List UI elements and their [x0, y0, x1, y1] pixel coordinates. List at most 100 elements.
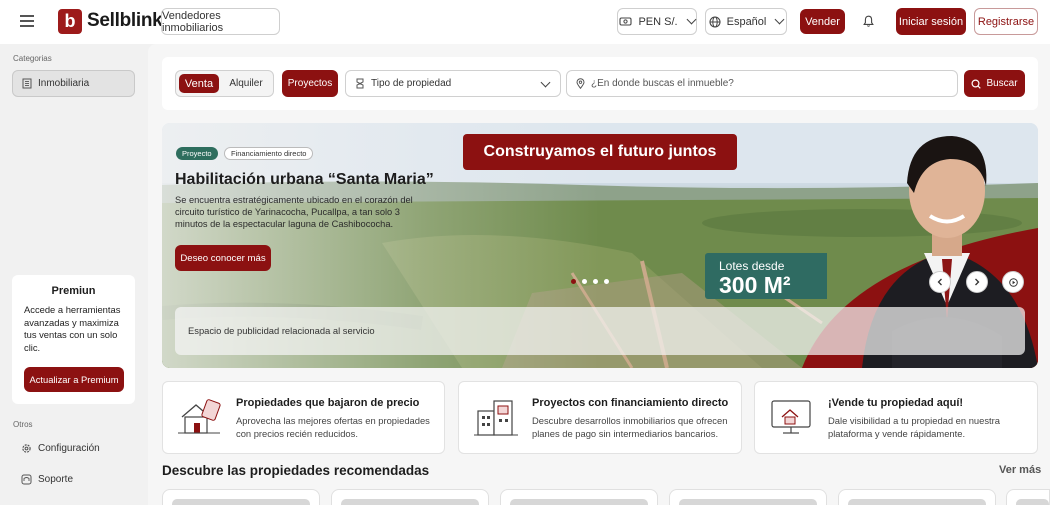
see-more-link[interactable]: Ver más [999, 464, 1041, 476]
search-icon [971, 78, 982, 89]
gear-icon [22, 444, 31, 453]
register-button-label: Registrarse [977, 15, 1035, 28]
ad-space[interactable]: Espacio de publicidad relacionada al ser… [175, 307, 1025, 355]
upgrade-premium-button[interactable]: Actualizar a Premium [24, 367, 124, 392]
sidebar-item-label: Inmobiliaria [38, 78, 90, 89]
ad-text: Espacio de publicidad relacionada al ser… [188, 325, 375, 336]
feature-title: ¡Vende tu propiedad aquí! [828, 397, 964, 409]
hero-description: Se encuentra estratégicamente ubicado en… [175, 195, 413, 230]
carousel-prev-button[interactable] [929, 271, 951, 293]
financing-badge: Financiamiento directo [224, 147, 314, 160]
property-type-select[interactable]: Tipo de propiedad [345, 70, 561, 97]
sidebar: Categorias Inmobiliaria Premiun Accede a… [0, 44, 148, 505]
chevron-down-icon [774, 14, 785, 25]
play-icon [1008, 277, 1018, 287]
learn-more-button[interactable]: Deseo conocer más [175, 245, 271, 271]
carousel-play-button[interactable] [1002, 271, 1024, 293]
price-drop-house-icon [178, 399, 221, 434]
currency-select[interactable]: PEN S/. [617, 8, 697, 35]
language-value: Español [726, 15, 767, 28]
tab-venta[interactable]: Venta [179, 74, 219, 93]
property-image-placeholder [510, 499, 648, 505]
property-image-placeholder [679, 499, 817, 505]
sell-button[interactable]: Vender [800, 9, 845, 34]
premium-title: Premiun [51, 285, 96, 297]
operation-tabs: Venta Alquiler [175, 70, 274, 97]
search-panel: Venta Alquiler Proyectos Tipo de propied… [162, 57, 1038, 110]
support-icon [21, 474, 32, 485]
hero-title: Habilitación urbana “Santa Maria” [175, 171, 434, 188]
learn-more-label: Deseo conocer más [180, 252, 266, 264]
recommended-title: Descubre las propiedades recomendadas [162, 463, 430, 478]
hamburger-icon[interactable] [20, 15, 34, 30]
feature-title: Proyectos con financiamiento directo [532, 397, 729, 409]
property-image-placeholder [848, 499, 986, 505]
carousel-dot[interactable] [593, 279, 598, 284]
agents-button[interactable]: Vendedores inmobiliarios [161, 8, 280, 35]
lot-size-panel: Lotes desde 300 M² [705, 253, 827, 299]
property-image-placeholder [172, 499, 310, 505]
property-image-placeholder [341, 499, 479, 505]
property-type-value: Tipo de propiedad [371, 78, 452, 89]
projects-button-label: Proyectos [287, 78, 333, 89]
premium-text: Accede a herramientas avanzadas y maximi… [24, 304, 121, 353]
search-button-label: Buscar [986, 78, 1018, 89]
carousel-dot[interactable] [582, 279, 587, 284]
location-pin-icon [576, 78, 585, 89]
property-card[interactable] [669, 489, 827, 505]
search-button[interactable]: Buscar [964, 70, 1025, 97]
tab-venta-label: Venta [184, 77, 214, 90]
bell-icon[interactable] [863, 15, 874, 28]
sidebar-item-label: Soporte [38, 474, 74, 485]
sidebar-item-label: Configuración [38, 443, 100, 454]
monitor-house-icon [771, 400, 811, 434]
language-select[interactable]: Español [705, 8, 787, 35]
others-label: Otros [13, 420, 33, 429]
top-bar: b Sellblink Vendedores inmobiliarios PEN… [0, 0, 1050, 44]
carousel-dots [571, 279, 609, 284]
tag-icon [356, 78, 364, 89]
brand-name[interactable]: Sellblink [87, 10, 163, 32]
agents-button-label: Vendedores inmobiliarios [162, 9, 224, 34]
lot-size-value: 300 M² [719, 272, 791, 298]
feature-description: Dale visibilidad a tu propiedad en nuest… [828, 415, 1000, 439]
carousel-dot[interactable] [604, 279, 609, 284]
feature-card-sell-property[interactable]: ¡Vende tu propiedad aquí! Dale visibilid… [754, 381, 1038, 454]
property-image-placeholder [1016, 499, 1049, 505]
feature-card-direct-financing[interactable]: Proyectos con financiamiento directo Des… [458, 381, 742, 454]
property-card[interactable] [1006, 489, 1050, 505]
feature-title: Propiedades que bajaron de precio [236, 397, 420, 409]
sidebar-item-inmobiliaria[interactable]: Inmobiliaria [12, 70, 135, 97]
chevron-down-icon [686, 14, 697, 25]
carousel-next-button[interactable] [966, 271, 988, 293]
property-card[interactable] [331, 489, 489, 505]
location-input[interactable]: ¿En donde buscas el inmueble? [566, 70, 958, 97]
feature-card-price-drop[interactable]: Propiedades que bajaron de precio Aprove… [162, 381, 445, 454]
categories-label: Categorias [13, 54, 52, 63]
cash-icon [619, 17, 632, 26]
chevron-right-icon [975, 278, 980, 286]
property-card[interactable] [838, 489, 996, 505]
tab-alquiler-label: Alquiler [229, 78, 263, 89]
globe-icon [709, 15, 721, 28]
register-button[interactable]: Registrarse [974, 8, 1038, 35]
feature-description: Descubre desarrollos inmobiliarios que o… [532, 415, 728, 439]
sidebar-item-soporte[interactable]: Soporte [12, 466, 135, 493]
project-badge: Proyecto [176, 147, 218, 160]
building-icon [22, 78, 32, 89]
tab-alquiler[interactable]: Alquiler [224, 74, 268, 93]
hero-banner: Proyecto Financiamiento directo Construy… [162, 123, 1038, 368]
lot-size-label: Lotes desde [719, 259, 785, 273]
logo-icon[interactable]: b [58, 9, 82, 34]
login-button-label: Iniciar sesión [898, 15, 964, 28]
property-card[interactable] [162, 489, 320, 505]
sidebar-item-configuracion[interactable]: Configuración [12, 435, 135, 462]
sell-button-label: Vender [805, 15, 840, 28]
chevron-down-icon [540, 77, 551, 88]
property-card[interactable] [500, 489, 658, 505]
login-button[interactable]: Iniciar sesión [896, 8, 966, 35]
carousel-dot-active[interactable] [571, 279, 576, 284]
feature-description: Aprovecha las mejores ofertas en propied… [236, 415, 430, 439]
projects-button[interactable]: Proyectos [282, 70, 338, 97]
currency-value: PEN S/. [638, 15, 678, 28]
